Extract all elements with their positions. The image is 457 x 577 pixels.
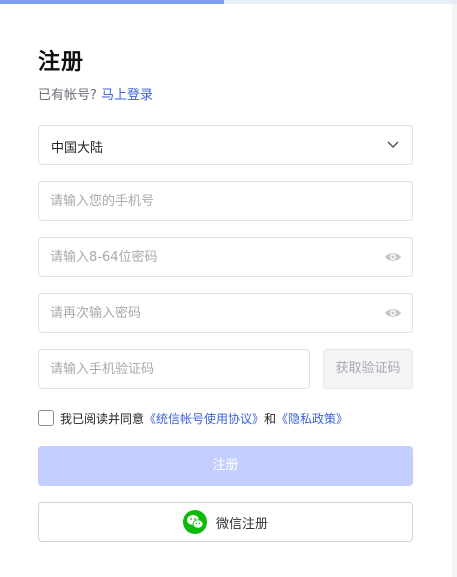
wechat-register-button[interactable]: 微信注册 xyxy=(38,502,413,542)
privacy-link[interactable]: 《隐私政策》 xyxy=(276,410,348,427)
register-button[interactable]: 注册 xyxy=(38,446,413,486)
sms-code-input[interactable] xyxy=(50,350,300,388)
region-select[interactable]: 中国大陆 xyxy=(38,125,413,165)
sms-code-field[interactable] xyxy=(38,349,310,389)
password-input[interactable] xyxy=(50,238,370,276)
agreement-checkbox[interactable] xyxy=(38,410,54,426)
login-link[interactable]: 马上登录 xyxy=(101,88,153,103)
login-prompt: 已有帐号? 马上登录 xyxy=(38,84,153,103)
agreement-row: 我已阅读并同意 《统信帐号使用协议》 和 《隐私政策》 xyxy=(38,409,348,427)
phone-input[interactable] xyxy=(50,182,370,220)
phone-field[interactable] xyxy=(38,181,413,221)
chevron-down-icon xyxy=(387,141,399,149)
register-card: 注册 已有帐号? 马上登录 xyxy=(0,4,452,577)
page-title: 注册 xyxy=(38,50,85,75)
agreement-joiner: 和 xyxy=(264,411,277,426)
eye-icon[interactable] xyxy=(384,306,402,320)
wechat-icon xyxy=(182,510,207,534)
confirm-password-field[interactable] xyxy=(38,293,413,333)
region-selected-value: 中国大陆 xyxy=(51,141,104,156)
wechat-register-label: 微信注册 xyxy=(215,516,268,532)
confirm-password-input[interactable] xyxy=(50,294,370,332)
password-field[interactable] xyxy=(38,237,413,277)
have-account-text: 已有帐号? xyxy=(38,88,97,103)
terms-link[interactable]: 《统信帐号使用协议》 xyxy=(144,410,264,427)
eye-icon[interactable] xyxy=(384,250,402,264)
agreement-prefix: 我已阅读并同意 xyxy=(60,411,145,426)
get-code-button[interactable]: 获取验证码 xyxy=(323,349,413,389)
